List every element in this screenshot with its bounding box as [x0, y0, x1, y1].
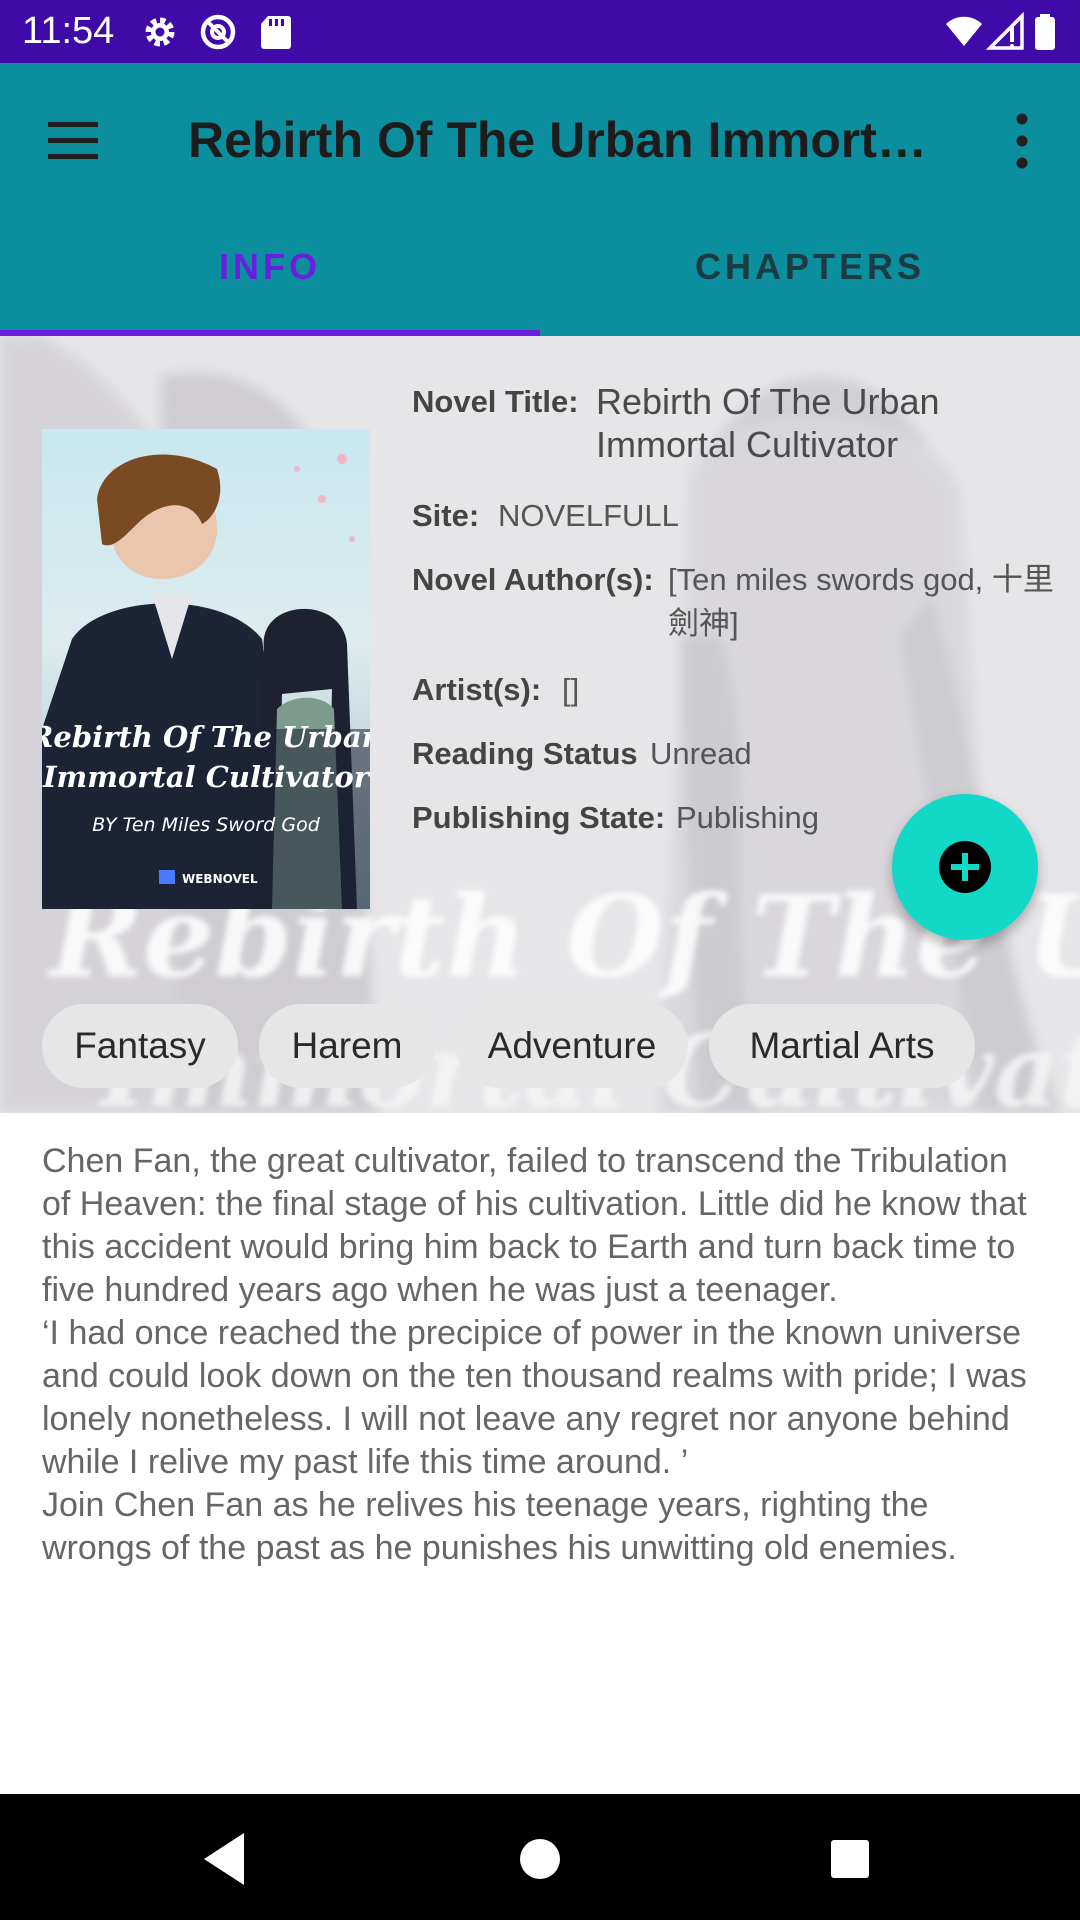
publishing-state-label: Publishing State: [412, 800, 666, 835]
page-title: Rebirth Of The Urban Immortal Cultivator [188, 112, 948, 168]
cover-title-line2: Immortal Cultivator [42, 760, 370, 794]
novel-cover-image[interactable]: Rebirth Of The Urban Immortal Cultivator… [42, 429, 370, 909]
navigation-menu-button[interactable] [30, 99, 114, 183]
battery-icon [1030, 12, 1060, 52]
novel-description: Chen Fan, the great cultivator, failed t… [42, 1142, 1027, 1567]
system-navigation-bar [0, 1794, 1080, 1920]
artists-value: [] [562, 672, 580, 707]
back-button[interactable] [186, 1819, 266, 1899]
screen: 11:54 Rebirth Of The Urban Immortal Cult… [0, 0, 1080, 1920]
status-time: 11:54 [22, 10, 115, 52]
genre-chip-martial-arts[interactable]: Martial Arts [709, 1004, 975, 1088]
gear-icon [140, 12, 180, 52]
artists-label: Artist(s): [412, 672, 542, 707]
reading-status-label: Reading Status [412, 736, 638, 771]
genre-chip-harem[interactable]: Harem [259, 1004, 435, 1088]
add-to-library-button[interactable] [892, 794, 1038, 940]
at-sign-icon [198, 12, 238, 52]
home-button[interactable] [500, 1819, 580, 1899]
novel-authors-value: [Ten miles swords god, 十里劍神] [668, 562, 1054, 641]
novel-title-label: Novel Title: [412, 384, 579, 419]
hamburger-menu-icon [48, 122, 98, 159]
tab-info[interactable]: INFO [0, 232, 540, 336]
novel-authors-label: Novel Author(s): [412, 562, 654, 597]
more-options-button[interactable] [992, 99, 1052, 183]
novel-title-value: Rebirth Of The Urban Immortal Cultivator [596, 381, 940, 465]
back-triangle-icon [204, 1833, 244, 1885]
publishing-state-value: Publishing [676, 800, 820, 835]
home-circle-icon [520, 1839, 560, 1879]
sd-card-icon [256, 12, 296, 52]
recents-square-icon [831, 1840, 869, 1878]
novel-info-header: Rebirth Of The Urban Immortal Cultivator [0, 336, 1080, 1113]
cell-signal-icon [986, 12, 1026, 52]
tab-chapters[interactable]: CHAPTERS [540, 232, 1080, 336]
genre-chip-adventure[interactable]: Adventure [456, 1004, 688, 1088]
add-circle-icon [939, 841, 991, 893]
recents-button[interactable] [810, 1819, 890, 1899]
tab-bar: INFO CHAPTERS [0, 232, 1080, 336]
wifi-icon [944, 12, 984, 52]
cover-byline: BY Ten Miles Sword God [92, 814, 320, 836]
reading-status-value: Unread [650, 736, 752, 771]
cover-title-line1: Rebirth Of The Urban [42, 720, 370, 754]
site-label: Site: [412, 498, 480, 533]
genre-chip-fantasy[interactable]: Fantasy [42, 1004, 238, 1088]
site-value: NOVELFULL [498, 498, 679, 533]
status-bar: 11:54 [0, 0, 1080, 63]
app-bar: Rebirth Of The Urban Immortal Cultivator… [0, 63, 1080, 336]
more-vert-icon [1016, 113, 1028, 169]
cover-publisher: WEBNOVEL [182, 872, 258, 886]
